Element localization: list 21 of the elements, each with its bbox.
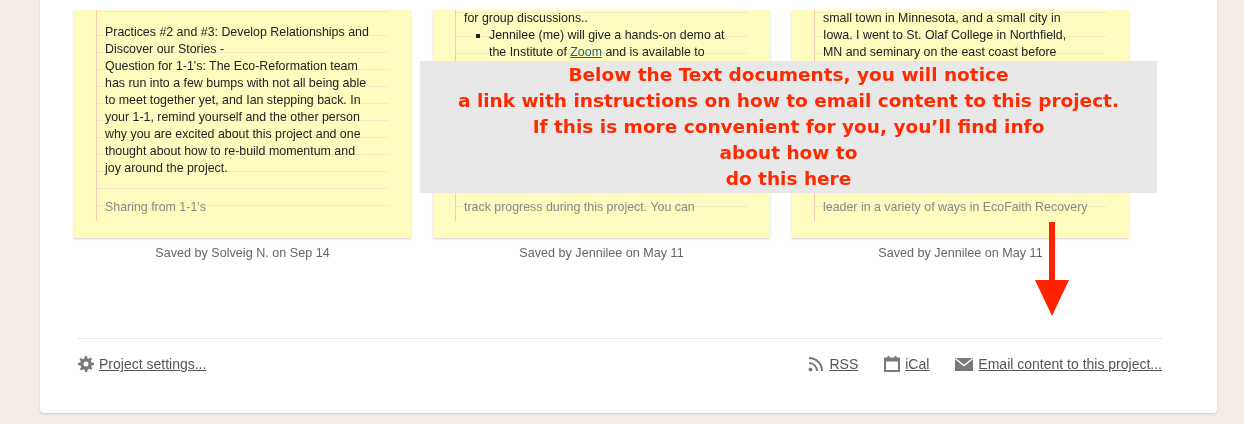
note-text-line: track progress during this project. You can bbox=[464, 199, 696, 216]
footer-link[interactable]: Email content to this project... bbox=[978, 356, 1162, 372]
note-text-line: Sharing from 1-1's bbox=[105, 199, 207, 216]
note-paragraph: for group discussions.. bbox=[464, 10, 588, 27]
bullet-icon bbox=[476, 34, 480, 38]
note-paragraph: Practices #2 and #3: Develop Relationships and Discover our Stories - Question for 1-1's: The Eco-Reformation team has run into a few bumps with not all being able to meet together yet, and Ian stepping back. In your 1-1, remind yourself and the other person why you are excited about this project and one thought about how to re-build momentum and joy around the project. bbox=[105, 24, 369, 177]
saved-caption: Saved by Jennilee on May 11 bbox=[519, 246, 684, 260]
bullet-item: Jennilee (me) will give a hands-on demo at the Institute of Zoom and is available to bbox=[489, 27, 725, 61]
annotation-text: Below the Text documents, you will notice a link with instructions on how to email content to this project. If this is more convenient for you, you’ll find info about how to do this here bbox=[457, 63, 1120, 191]
footer-link[interactable]: iCal bbox=[905, 356, 930, 372]
rss-icon[interactable] bbox=[808, 356, 825, 372]
zoom-link[interactable]: Zoom bbox=[570, 45, 602, 59]
envelope-icon[interactable] bbox=[955, 357, 974, 371]
footer-link[interactable]: Project settings... bbox=[99, 356, 207, 372]
note-paragraph: small town in Minnesota, and a small city in Iowa. I went to St. Olaf College in Northfield, MN and seminary on the east coast before bbox=[823, 10, 1067, 61]
calendar-icon[interactable] bbox=[884, 356, 901, 372]
footer-link[interactable]: RSS bbox=[829, 356, 859, 372]
settings-icon[interactable] bbox=[78, 356, 94, 372]
saved-caption: Saved by Jennilee on May 11 bbox=[878, 246, 1043, 260]
saved-caption: Saved by Solveig N. on Sep 14 bbox=[155, 246, 330, 260]
note-text-line: leader in a variety of ways in EcoFaith Recovery bbox=[823, 199, 1089, 216]
